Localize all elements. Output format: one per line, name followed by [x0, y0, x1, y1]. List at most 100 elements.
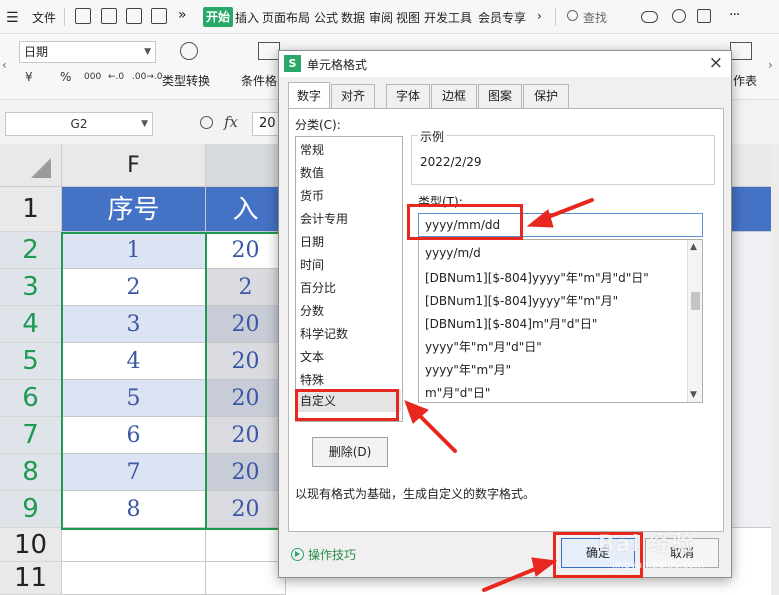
row-header[interactable]: 1 — [0, 187, 62, 232]
list-item[interactable]: [DBNum1][$-804]yyyy"年"m"月"d"日" — [425, 269, 649, 286]
ribbon-scroll-right-button[interactable]: › — [768, 58, 773, 72]
list-item[interactable]: 货币 — [300, 187, 324, 204]
cell-f[interactable]: 4 — [62, 343, 206, 380]
cloud-icon[interactable] — [641, 11, 658, 23]
cell-g[interactable]: 20 — [206, 454, 286, 491]
cell-g[interactable]: 20 — [206, 306, 286, 343]
type-convert-icon[interactable] — [180, 42, 198, 60]
cell-g[interactable]: 20 — [206, 380, 286, 417]
percent-format-button[interactable]: % — [60, 70, 71, 84]
more-options-icon[interactable]: ··· — [729, 7, 740, 23]
cell-g[interactable]: 20 — [206, 343, 286, 380]
share-icon[interactable] — [697, 9, 711, 23]
tips-link[interactable]: 操作技巧 — [291, 546, 356, 563]
search-icon[interactable] — [567, 10, 578, 21]
scroll-down-icon[interactable]: ▼ — [690, 390, 697, 400]
tab-page-layout[interactable]: 页面布局 — [262, 9, 310, 26]
save-icon[interactable] — [75, 8, 91, 24]
tab-number[interactable]: 数字 — [288, 82, 330, 108]
list-item[interactable]: 特殊 — [300, 371, 324, 388]
cell-f11[interactable] — [62, 562, 206, 595]
fx-icon[interactable]: fx — [224, 113, 238, 131]
delete-button[interactable]: 删除(D) — [312, 437, 388, 467]
vertical-scrollbar[interactable] — [771, 144, 779, 595]
list-item[interactable]: 文本 — [300, 348, 324, 365]
cell-f[interactable]: 5 — [62, 380, 206, 417]
more-toolbar-button[interactable]: » — [178, 7, 187, 23]
user-icon[interactable] — [672, 9, 686, 23]
tab-member[interactable]: 会员专享 — [478, 9, 526, 26]
cell-f10[interactable] — [62, 528, 206, 562]
search-label[interactable]: 查找 — [583, 9, 607, 26]
row-header[interactable]: 8 — [0, 454, 62, 491]
tab-pattern[interactable]: 图案 — [478, 84, 522, 108]
cell-g[interactable]: 20 — [206, 491, 286, 528]
worksheet-icon[interactable] — [730, 42, 752, 60]
column-header-g[interactable] — [206, 144, 286, 187]
row-header[interactable]: 3 — [0, 269, 62, 306]
close-icon[interactable]: × — [709, 53, 723, 73]
select-all-corner[interactable] — [0, 144, 62, 187]
row-header[interactable]: 7 — [0, 417, 62, 454]
row-header[interactable]: 4 — [0, 306, 62, 343]
list-item[interactable]: yyyy/m/d — [425, 246, 481, 260]
cell-f[interactable]: 8 — [62, 491, 206, 528]
cell-f[interactable]: 3 — [62, 306, 206, 343]
list-item[interactable]: m"月"d"日" — [425, 384, 490, 401]
name-box[interactable]: G2 ▼ — [5, 112, 153, 136]
number-format-select[interactable]: 日期 ▼ — [19, 41, 156, 63]
tab-scroll-right-button[interactable]: › — [537, 9, 542, 23]
cell-g[interactable]: 20 — [206, 417, 286, 454]
scroll-up-icon[interactable]: ▲ — [690, 242, 697, 252]
list-item[interactable]: yyyy"年"m"月" — [425, 361, 511, 378]
hamburger-menu-icon[interactable]: ☰ — [6, 10, 19, 26]
list-item[interactable]: 数值 — [300, 164, 324, 181]
tab-home[interactable]: 开始 — [203, 7, 233, 27]
list-item[interactable]: yyyy"年"m"月"d"日" — [425, 338, 542, 355]
list-item[interactable]: 会计专用 — [300, 210, 348, 227]
tab-protection[interactable]: 保护 — [523, 84, 569, 108]
row-header[interactable]: 2 — [0, 232, 62, 269]
cell-f[interactable]: 1 — [62, 232, 206, 269]
tab-alignment[interactable]: 对齐 — [331, 84, 375, 108]
row-header[interactable]: 11 — [0, 562, 62, 595]
list-item[interactable]: 科学记数 — [300, 325, 348, 342]
zoom-icon[interactable] — [200, 116, 213, 129]
export-pdf-icon[interactable] — [101, 8, 117, 24]
list-item[interactable]: [DBNum1][$-804]m"月"d"日" — [425, 315, 597, 332]
cell-f1[interactable]: 序号 — [62, 187, 206, 232]
type-list[interactable]: yyyy/m/d [DBNum1][$-804]yyyy"年"m"月"d"日" … — [418, 239, 703, 403]
cell-f[interactable]: 6 — [62, 417, 206, 454]
file-menu[interactable]: 文件 — [32, 9, 56, 26]
list-item[interactable]: 分数 — [300, 302, 324, 319]
tab-view[interactable]: 视图 — [396, 9, 420, 26]
dialog-title-bar[interactable]: S 单元格格式 × — [279, 51, 731, 77]
list-item[interactable]: 时间 — [300, 256, 324, 273]
type-input[interactable]: yyyy/mm/dd — [418, 213, 703, 237]
row-header[interactable]: 10 — [0, 528, 62, 562]
cell-g[interactable]: 2 — [206, 269, 286, 306]
increase-decimal-button[interactable]: ←.0 — [108, 72, 124, 82]
cell-g1[interactable]: 入 — [206, 187, 286, 232]
row-header[interactable]: 5 — [0, 343, 62, 380]
list-item[interactable]: 常规 — [300, 141, 324, 158]
conditional-format-icon[interactable] — [258, 42, 280, 60]
list-item[interactable]: 百分比 — [300, 279, 336, 296]
decrease-decimal-button[interactable]: .00→.0 — [132, 72, 162, 82]
column-header-f[interactable]: F — [62, 144, 206, 187]
print-preview-icon[interactable] — [151, 8, 167, 24]
list-item-selected[interactable]: 自定义 — [297, 390, 401, 412]
tab-insert[interactable]: 插入 — [235, 9, 259, 26]
cell-f[interactable]: 2 — [62, 269, 206, 306]
cell-f[interactable]: 7 — [62, 454, 206, 491]
tab-developer[interactable]: 开发工具 — [424, 9, 472, 26]
cell-g10[interactable] — [206, 528, 286, 562]
row-header[interactable]: 6 — [0, 380, 62, 417]
category-list[interactable]: 常规 数值 货币 会计专用 日期 时间 百分比 分数 科学记数 文本 特殊 自定… — [295, 136, 403, 422]
currency-format-button[interactable]: ¥ — [25, 70, 33, 84]
ribbon-scroll-left-button[interactable]: ‹ — [2, 58, 7, 72]
conditional-format-button[interactable]: 条件格 — [241, 72, 277, 89]
cell-g11[interactable] — [206, 562, 286, 595]
type-convert-button[interactable]: 类型转换 — [162, 72, 210, 89]
list-item[interactable]: 日期 — [300, 233, 324, 250]
